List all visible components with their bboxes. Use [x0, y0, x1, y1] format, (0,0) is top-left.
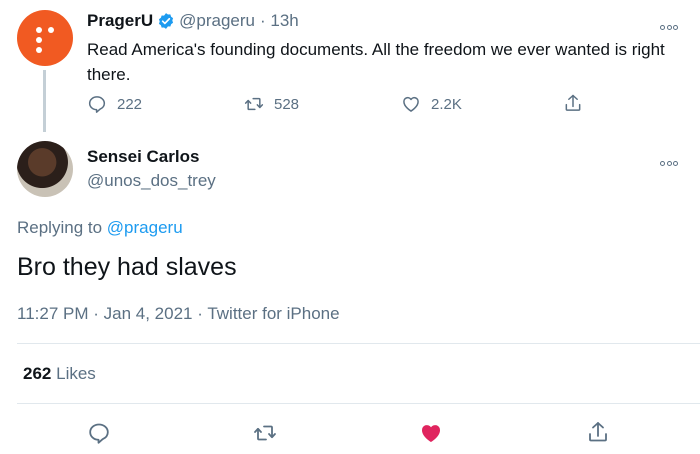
- share-icon: [565, 94, 581, 111]
- reply-action[interactable]: 222: [87, 94, 142, 114]
- replying-to-line: Replying to @prageru: [17, 218, 183, 238]
- retweet-icon[interactable]: [253, 421, 277, 445]
- tweet-date[interactable]: Jan 4, 2021: [104, 304, 193, 323]
- parent-author-handle[interactable]: @prageru: [179, 11, 255, 31]
- parent-author-name[interactable]: PragerU: [87, 11, 153, 31]
- reply-author-name[interactable]: Sensei Carlos: [87, 147, 199, 167]
- like-icon-filled[interactable]: [419, 421, 443, 445]
- replying-to-label: Replying to: [17, 218, 103, 237]
- like-icon: [403, 96, 419, 112]
- replying-to-handle-link[interactable]: @prageru: [107, 218, 183, 237]
- divider: [17, 343, 700, 344]
- tweet-source[interactable]: Twitter for iPhone: [207, 304, 339, 323]
- tweet-time[interactable]: 11:27 PM: [17, 304, 89, 323]
- sensei-carlos-avatar[interactable]: [17, 141, 73, 197]
- more-options-icon[interactable]: [660, 153, 682, 166]
- reply-count: 222: [117, 95, 143, 113]
- likes-summary[interactable]: 262 Likes: [23, 364, 96, 384]
- like-action[interactable]: 2.2K: [401, 94, 462, 114]
- retweet-count: 528: [274, 95, 300, 113]
- like-count: 2.2K: [431, 95, 462, 113]
- retweet-icon: [244, 97, 264, 111]
- parent-tweet-text: Read America's founding documents. All t…: [87, 40, 665, 84]
- more-options-icon[interactable]: [660, 17, 682, 30]
- likes-label: Likes: [56, 364, 96, 383]
- thread-connector-line: [43, 70, 46, 132]
- share-icon[interactable]: [586, 420, 610, 444]
- likes-count: 262: [23, 364, 52, 383]
- divider: [17, 403, 700, 404]
- parent-tweet-time[interactable]: · 13h: [260, 11, 299, 31]
- parent-tweet-header: PragerU @prageru · 13h: [87, 11, 299, 31]
- prageru-avatar[interactable]: [17, 10, 73, 66]
- reply-icon[interactable]: [87, 421, 111, 445]
- verified-badge-icon: [159, 13, 174, 29]
- tweet-metadata: 11:27 PM · Jan 4, 2021 · Twitter for iPh…: [17, 304, 340, 323]
- share-action[interactable]: [563, 93, 593, 113]
- reply-tweet-text: Bro they had slaves: [17, 253, 237, 281]
- retweet-action[interactable]: 528: [244, 94, 299, 114]
- reply-author-handle[interactable]: @unos_dos_trey: [87, 171, 216, 191]
- reply-icon: [88, 96, 106, 113]
